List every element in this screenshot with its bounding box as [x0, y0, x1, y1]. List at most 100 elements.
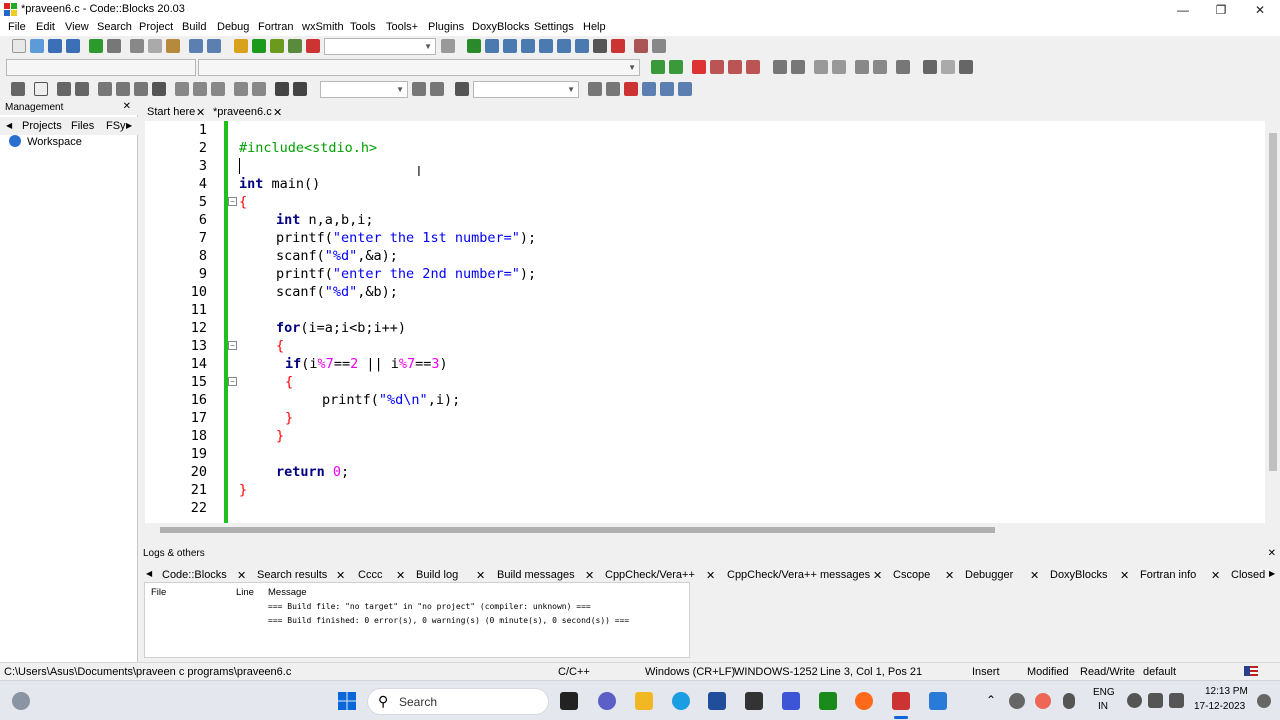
- logs-tab-doxyblocks[interactable]: DoxyBlocks: [1050, 569, 1107, 581]
- editor-horizontal-scrollbar[interactable]: [145, 523, 1265, 537]
- fold-marker-main[interactable]: −: [228, 197, 237, 206]
- maximize-button[interactable]: ❐: [1201, 0, 1241, 20]
- menu-plugins[interactable]: Plugins: [428, 21, 464, 33]
- logs-tab-fortran-info[interactable]: Fortran info: [1140, 569, 1196, 581]
- menu-debug[interactable]: Debug: [217, 21, 249, 33]
- menu-search[interactable]: Search: [97, 21, 132, 33]
- menu-doxyblocks[interactable]: DoxyBlocks: [472, 21, 529, 33]
- build-messages-list[interactable]: File Line Message === Build file: "no ta…: [144, 582, 690, 658]
- search-icon[interactable]: [412, 82, 426, 96]
- edge-icon[interactable]: [672, 692, 690, 710]
- run-icon[interactable]: [252, 39, 266, 53]
- abort-icon[interactable]: [306, 39, 320, 53]
- doxy-wizard-icon[interactable]: [773, 60, 787, 74]
- logs-tab-closed[interactable]: Closed: [1231, 569, 1269, 581]
- first-icon[interactable]: [923, 60, 937, 74]
- column-file[interactable]: File: [151, 587, 166, 598]
- loop-icon[interactable]: [98, 82, 112, 96]
- match-case-icon[interactable]: [660, 82, 674, 96]
- logs-tab-cppcheck[interactable]: CppCheck/Vera++: [605, 569, 695, 581]
- break-icon[interactable]: [193, 82, 207, 96]
- clock-date[interactable]: 17-12-2023: [1194, 701, 1245, 712]
- build-icon[interactable]: [234, 39, 248, 53]
- cut-icon[interactable]: [130, 39, 144, 53]
- doxy-extract-icon[interactable]: [791, 60, 805, 74]
- column-message[interactable]: Message: [268, 587, 307, 598]
- menu-project[interactable]: Project: [139, 21, 173, 33]
- tray-chevron-icon[interactable]: ⌃: [986, 693, 996, 707]
- build-and-run-icon[interactable]: [270, 39, 284, 53]
- tab-praveen6[interactable]: *praveen6.c: [213, 106, 272, 118]
- clear-icon[interactable]: [455, 82, 469, 96]
- menu-settings[interactable]: Settings: [534, 21, 574, 33]
- logs-tab-cppcheck-messages[interactable]: CppCheck/Vera++ messages: [727, 569, 870, 581]
- battery-icon[interactable]: [1169, 693, 1184, 708]
- tab-files[interactable]: Files: [71, 120, 94, 132]
- save-icon[interactable]: [48, 39, 62, 53]
- block-icon[interactable]: [175, 82, 189, 96]
- c-icon[interactable]: [293, 82, 307, 96]
- paste-icon[interactable]: [166, 39, 180, 53]
- menu-build[interactable]: Build: [182, 21, 206, 33]
- logs-tabs-left-arrow-icon[interactable]: ◀: [146, 569, 152, 578]
- logs-tabs-right-arrow-icon[interactable]: ▶: [1269, 569, 1275, 578]
- close-icon[interactable]: ✕: [1120, 569, 1129, 582]
- close-icon[interactable]: ✕: [396, 569, 405, 582]
- redo-icon[interactable]: [107, 39, 121, 53]
- close-icon[interactable]: ✕: [476, 569, 485, 582]
- pointer-icon[interactable]: [11, 82, 25, 96]
- tab-praveen6-close-icon[interactable]: ✕: [273, 106, 282, 119]
- pen-app-icon[interactable]: [782, 692, 800, 710]
- tray-sync-icon[interactable]: [1035, 693, 1051, 709]
- regex-icon[interactable]: [678, 82, 692, 96]
- build-message-1[interactable]: === Build file: "no target" in "no proje…: [268, 602, 591, 611]
- prev-bookmark-icon[interactable]: [710, 60, 724, 74]
- save-all-icon[interactable]: [66, 39, 80, 53]
- search-options-icon[interactable]: [430, 82, 444, 96]
- close-icon[interactable]: ✕: [585, 569, 594, 582]
- function-combo[interactable]: ▼: [198, 59, 640, 76]
- tab-start-here[interactable]: Start here: [147, 106, 195, 118]
- language-top[interactable]: ENG: [1093, 687, 1115, 698]
- scope-combo[interactable]: [6, 59, 196, 76]
- s-icon[interactable]: [275, 82, 289, 96]
- logs-tab-debugger[interactable]: Debugger: [965, 569, 1013, 581]
- find-icon[interactable]: [189, 39, 203, 53]
- jump-forward-icon[interactable]: [669, 60, 683, 74]
- copy-icon[interactable]: [148, 39, 162, 53]
- next-line-icon[interactable]: [503, 39, 517, 53]
- volume-icon[interactable]: [1148, 693, 1163, 708]
- debug-continue-icon[interactable]: [467, 39, 481, 53]
- logs-tab-build-messages[interactable]: Build messages: [497, 569, 575, 581]
- tab-fsymbols[interactable]: FSy: [106, 120, 126, 132]
- last-icon[interactable]: [959, 60, 973, 74]
- code-editor[interactable]: 1 2 3 4 5 6 7 8 9 10 11 12 13 14 15 16 17 18 19 20 21 22 − − …: [145, 121, 1265, 523]
- codeblocks-taskbar-icon[interactable]: [892, 692, 910, 710]
- logs-tab-cscope[interactable]: Cscope: [893, 569, 930, 581]
- tab-start-here-close-icon[interactable]: ✕: [196, 106, 205, 119]
- toggle-bookmark-icon[interactable]: [692, 60, 706, 74]
- next-instruction-icon[interactable]: [557, 39, 571, 53]
- replace-icon[interactable]: [207, 39, 221, 53]
- menu-file[interactable]: File: [8, 21, 26, 33]
- widgets-icon[interactable]: [12, 692, 30, 710]
- highlight-icon[interactable]: [624, 82, 638, 96]
- various-info-icon[interactable]: [652, 39, 666, 53]
- close-window-button[interactable]: ✕: [1240, 0, 1280, 20]
- close-icon[interactable]: ✕: [1211, 569, 1220, 582]
- close-icon[interactable]: ✕: [706, 569, 715, 582]
- run-html-icon[interactable]: [855, 60, 869, 74]
- stop-debugger-icon[interactable]: [611, 39, 625, 53]
- logs-close-button[interactable]: ✕: [1268, 548, 1276, 559]
- tabs-right-arrow-icon[interactable]: ▶: [126, 121, 132, 130]
- step-into-instruction-icon[interactable]: [575, 39, 589, 53]
- menu-fortran[interactable]: Fortran: [258, 21, 293, 33]
- firefox-icon[interactable]: [855, 692, 873, 710]
- line-comment-icon[interactable]: [832, 60, 846, 74]
- ifelse-icon[interactable]: [75, 82, 89, 96]
- decision-icon[interactable]: [57, 82, 71, 96]
- debugging-windows-icon[interactable]: [634, 39, 648, 53]
- new-file-icon[interactable]: [12, 39, 26, 53]
- menu-tools-plus[interactable]: Tools+: [386, 21, 418, 33]
- help-icon[interactable]: [873, 60, 887, 74]
